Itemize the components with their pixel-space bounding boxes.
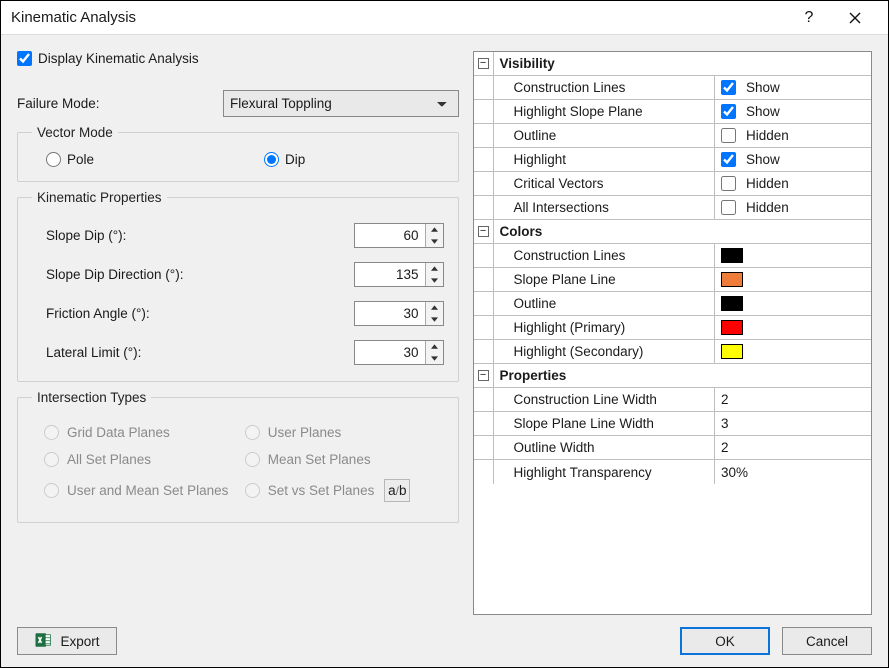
color-swatch[interactable]: [721, 248, 743, 263]
export-button[interactable]: Export: [17, 627, 117, 655]
dialog-title: Kinematic Analysis: [11, 9, 786, 26]
propgrid-section-properties[interactable]: − Properties: [474, 364, 871, 388]
propgrid-visibility-highlight[interactable]: Highlight Show: [474, 148, 871, 172]
intersection-grid-data-planes: Grid Data Planes: [44, 425, 237, 440]
propgrid-color-highlight-primary[interactable]: Highlight (Primary): [474, 316, 871, 340]
propgrid-visibility-construction[interactable]: Construction Lines Show: [474, 76, 871, 100]
propgrid-prop-slope-plane-line-width[interactable]: Slope Plane Line Width 3: [474, 412, 871, 436]
friction-angle-row: Friction Angle (°):: [46, 301, 444, 326]
intersection-types-legend: Intersection Types: [32, 390, 151, 405]
vector-mode-dip[interactable]: Dip: [264, 152, 305, 167]
slope-dip-row: Slope Dip (°):: [46, 223, 444, 248]
collapse-icon[interactable]: −: [478, 370, 489, 381]
propgrid-visibility-critical-vectors[interactable]: Critical Vectors Hidden: [474, 172, 871, 196]
propgrid-prop-construction-line-width[interactable]: Construction Line Width 2: [474, 388, 871, 412]
dialog-button-bar: Export OK Cancel: [17, 615, 872, 655]
lateral-limit-input[interactable]: [354, 340, 444, 365]
friction-angle-input[interactable]: [354, 301, 444, 326]
dialog-content: Display Kinematic Analysis Failure Mode:…: [1, 35, 888, 667]
kinematic-properties-legend: Kinematic Properties: [32, 190, 167, 205]
propgrid-section-visibility[interactable]: − Visibility: [474, 52, 871, 76]
slope-dip-direction-row: Slope Dip Direction (°):: [46, 262, 444, 287]
spin-up-icon[interactable]: [426, 224, 443, 236]
dialog-kinematic-analysis: Kinematic Analysis ? Display Kinematic A…: [0, 0, 889, 668]
excel-icon: [34, 631, 52, 652]
failure-mode-label: Failure Mode:: [17, 96, 213, 111]
propgrid-prop-outline-width[interactable]: Outline Width 2: [474, 436, 871, 460]
display-kinematic-checkbox-label: Display Kinematic Analysis: [38, 51, 199, 66]
slope-dip-input[interactable]: [354, 223, 444, 248]
intersection-mean-set-planes: Mean Set Planes: [245, 452, 438, 467]
propgrid-visibility-highlight-slope-plane[interactable]: Highlight Slope Plane Show: [474, 100, 871, 124]
intersection-types-group: Intersection Types Grid Data Planes User…: [17, 390, 459, 523]
propgrid-color-outline[interactable]: Outline: [474, 292, 871, 316]
help-button[interactable]: ?: [786, 1, 832, 35]
color-swatch[interactable]: [721, 320, 743, 335]
display-kinematic-checkbox[interactable]: Display Kinematic Analysis: [17, 51, 459, 66]
collapse-icon[interactable]: −: [478, 58, 489, 69]
property-grid[interactable]: − Visibility Construction Lines Show Hig…: [473, 51, 872, 615]
vector-mode-pole[interactable]: Pole: [46, 152, 94, 167]
lateral-limit-row: Lateral Limit (°):: [46, 340, 444, 365]
propgrid-color-construction[interactable]: Construction Lines: [474, 244, 871, 268]
propgrid-visibility-outline[interactable]: Outline Hidden: [474, 124, 871, 148]
set-vs-set-tool-button[interactable]: a/b: [384, 479, 410, 502]
spin-down-icon[interactable]: [426, 236, 443, 248]
propgrid-section-colors[interactable]: − Colors: [474, 220, 871, 244]
intersection-user-planes: User Planes: [245, 425, 438, 440]
kinematic-properties-group: Kinematic Properties Slope Dip (°): Slop…: [17, 190, 459, 382]
propgrid-prop-highlight-transparency[interactable]: Highlight Transparency 30%: [474, 460, 871, 484]
color-swatch[interactable]: [721, 272, 743, 287]
vector-mode-group: Vector Mode Pole Dip: [17, 125, 459, 182]
color-swatch[interactable]: [721, 344, 743, 359]
propgrid-color-highlight-secondary[interactable]: Highlight (Secondary): [474, 340, 871, 364]
intersection-user-mean-set-planes: User and Mean Set Planes: [44, 479, 237, 502]
failure-mode-select[interactable]: Flexural Toppling: [223, 90, 459, 117]
vector-mode-legend: Vector Mode: [32, 125, 118, 140]
intersection-all-set-planes: All Set Planes: [44, 452, 237, 467]
display-kinematic-checkbox-input[interactable]: [17, 51, 32, 66]
ok-button[interactable]: OK: [680, 627, 770, 655]
propgrid-visibility-all-intersections[interactable]: All Intersections Hidden: [474, 196, 871, 220]
slope-dip-direction-input[interactable]: [354, 262, 444, 287]
collapse-icon[interactable]: −: [478, 226, 489, 237]
cancel-button[interactable]: Cancel: [782, 627, 872, 655]
close-button[interactable]: [832, 1, 878, 35]
failure-mode-row: Failure Mode: Flexural Toppling: [17, 90, 459, 117]
titlebar: Kinematic Analysis ?: [1, 1, 888, 35]
propgrid-color-slope-plane[interactable]: Slope Plane Line: [474, 268, 871, 292]
color-swatch[interactable]: [721, 296, 743, 311]
intersection-set-vs-set-planes: Set vs Set Planes: [245, 483, 375, 498]
